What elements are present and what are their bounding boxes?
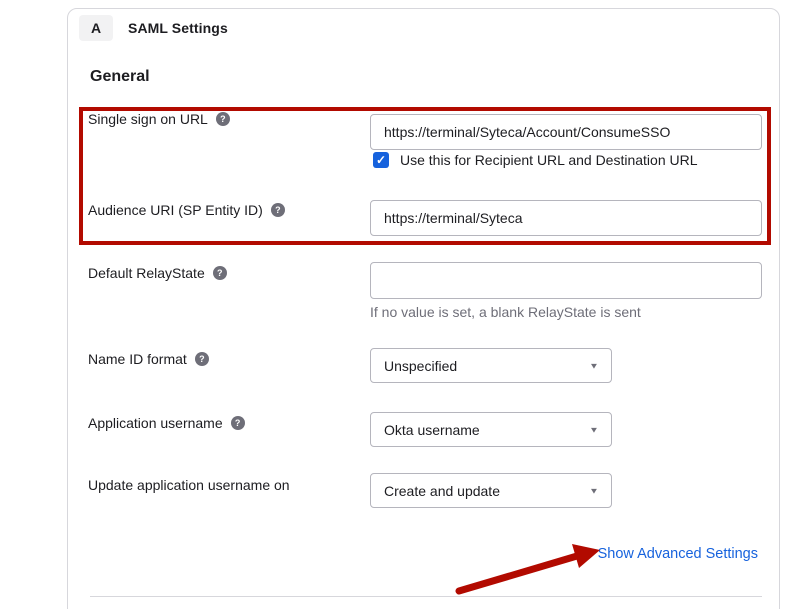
update-username-value: Create and update	[384, 483, 500, 499]
help-icon[interactable]: ?	[231, 416, 245, 430]
general-section-title: General	[90, 68, 150, 86]
help-icon[interactable]: ?	[216, 112, 230, 126]
help-icon[interactable]: ?	[271, 203, 285, 217]
sso-url-label-text: Single sign on URL	[88, 111, 208, 127]
relay-state-label-text: Default RelayState	[88, 265, 205, 281]
name-id-format-value: Unspecified	[384, 358, 457, 374]
audience-uri-input[interactable]	[370, 200, 762, 236]
help-icon[interactable]: ?	[195, 352, 209, 366]
help-icon[interactable]: ?	[213, 266, 227, 280]
recipient-url-checkbox-label: Use this for Recipient URL and Destinati…	[400, 152, 698, 168]
section-a-badge: A	[79, 15, 113, 41]
page-title: SAML Settings	[128, 15, 228, 41]
app-username-select[interactable]: Okta username ▼	[370, 412, 612, 447]
relay-state-input[interactable]	[370, 262, 762, 299]
show-advanced-settings-link[interactable]: Show Advanced Settings	[598, 546, 758, 562]
update-username-label-text: Update application username on	[88, 477, 290, 493]
sso-url-input[interactable]	[370, 114, 762, 150]
relay-state-label: Default RelayState ?	[88, 265, 227, 281]
app-username-value: Okta username	[384, 422, 480, 438]
chevron-down-icon: ▼	[589, 486, 599, 495]
update-username-select[interactable]: Create and update ▼	[370, 473, 612, 508]
name-id-format-select[interactable]: Unspecified ▼	[370, 348, 612, 383]
app-username-label: Application username ?	[88, 415, 245, 431]
chevron-down-icon: ▼	[589, 361, 599, 370]
section-divider	[90, 596, 762, 597]
audience-uri-label-text: Audience URI (SP Entity ID)	[88, 202, 263, 218]
name-id-format-label: Name ID format ?	[88, 351, 209, 367]
update-username-label: Update application username on	[88, 477, 290, 493]
recipient-url-checkbox-row: ✓ Use this for Recipient URL and Destina…	[373, 152, 698, 168]
audience-uri-label: Audience URI (SP Entity ID) ?	[88, 202, 285, 218]
saml-settings-page: A SAML Settings General Single sign on U…	[0, 0, 789, 609]
app-username-label-text: Application username	[88, 415, 223, 431]
name-id-format-label-text: Name ID format	[88, 351, 187, 367]
recipient-url-checkbox[interactable]: ✓	[373, 152, 389, 168]
sso-url-label: Single sign on URL ?	[88, 111, 230, 127]
relay-state-hint: If no value is set, a blank RelayState i…	[370, 304, 641, 320]
chevron-down-icon: ▼	[589, 425, 599, 434]
